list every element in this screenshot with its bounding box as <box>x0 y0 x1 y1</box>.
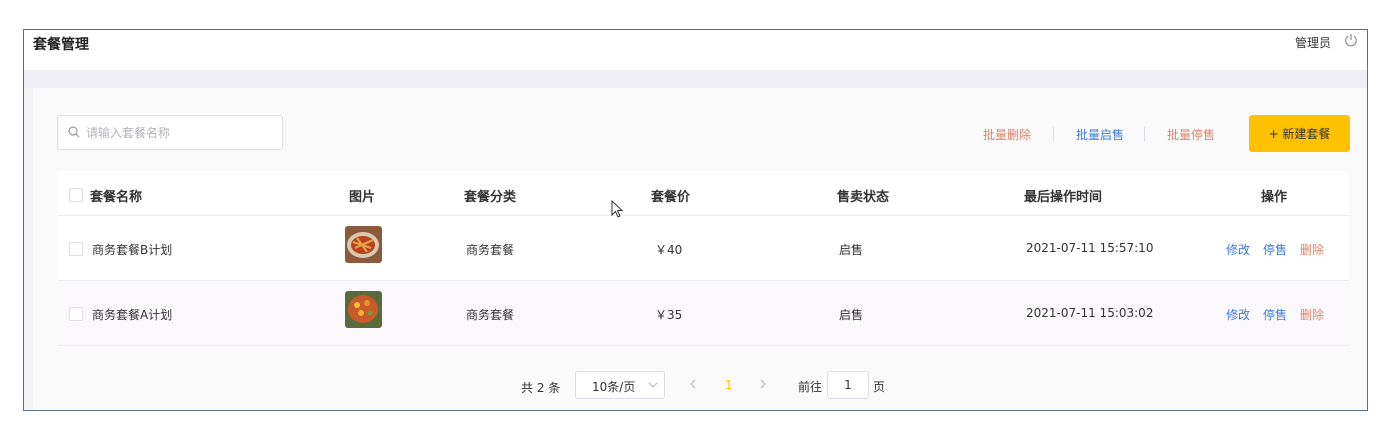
column-header: 售卖状态 <box>837 190 890 205</box>
page-size-value: 10条/页 <box>592 380 636 394</box>
table-header: 套餐名称 图片 套餐分类 套餐价 售卖状态 最后操作时间 操作 <box>58 171 1349 216</box>
chevron-down-icon <box>648 382 658 388</box>
app-frame: 套餐管理 管理员 批量删除 批量启售 批量停售 + 新建套餐 套餐名称 图片 套 <box>23 29 1368 411</box>
page-unit-label: 页 <box>873 380 886 394</box>
page-size-select[interactable]: 10条/页 <box>575 371 665 399</box>
goto-label: 前往 <box>798 380 823 394</box>
search-icon <box>68 126 80 138</box>
stop-sale-button[interactable]: 停售 <box>1263 241 1287 258</box>
table-row: 商务套餐A计划 商务套餐 ￥35 启售 2021-07-11 15:03:02 … <box>58 281 1349 346</box>
row-checkbox[interactable] <box>69 242 83 256</box>
pagination: 共 2 条 10条/页 1 前往 页 <box>33 371 1367 401</box>
select-all-checkbox[interactable] <box>69 188 83 202</box>
edit-button[interactable]: 修改 <box>1226 306 1250 323</box>
combo-name: 商务套餐A计划 <box>92 308 173 322</box>
batch-disable-button[interactable]: 批量停售 <box>1167 126 1215 143</box>
content-card: 批量删除 批量启售 批量停售 + 新建套餐 套餐名称 图片 套餐分类 套餐价 售… <box>33 88 1367 410</box>
total-count: 共 2 条 <box>521 381 561 395</box>
last-modified-time: 2021-07-11 15:03:02 <box>1026 306 1154 320</box>
column-header: 套餐价 <box>651 190 691 205</box>
column-header: 套餐名称 <box>90 190 143 205</box>
combo-category: 商务套餐 <box>466 308 515 322</box>
prev-page-icon[interactable] <box>688 377 698 391</box>
user-name[interactable]: 管理员 <box>1295 34 1331 51</box>
stop-sale-button[interactable]: 停售 <box>1263 306 1287 323</box>
combo-image <box>345 291 382 328</box>
page-title: 套餐管理 <box>33 37 89 53</box>
combo-name: 商务套餐B计划 <box>92 243 173 257</box>
combo-table: 套餐名称 图片 套餐分类 套餐价 售卖状态 最后操作时间 操作 商务套餐B计划 <box>58 171 1349 346</box>
delete-button[interactable]: 删除 <box>1300 241 1324 258</box>
table-row: 商务套餐B计划 商务套餐 ￥40 启售 2021-07-11 15:57:10 … <box>58 216 1349 281</box>
batch-enable-button[interactable]: 批量启售 <box>1076 126 1124 143</box>
top-bar: 套餐管理 管理员 <box>24 30 1367 70</box>
divider <box>1053 126 1054 141</box>
sale-status: 启售 <box>839 243 864 257</box>
delete-button[interactable]: 删除 <box>1300 306 1324 323</box>
sale-status: 启售 <box>839 308 864 322</box>
column-header: 图片 <box>349 190 376 205</box>
divider <box>1144 126 1145 141</box>
batch-delete-button[interactable]: 批量删除 <box>983 126 1031 143</box>
column-header: 最后操作时间 <box>1024 190 1103 205</box>
edit-button[interactable]: 修改 <box>1226 241 1250 258</box>
header-band <box>24 70 1367 88</box>
power-icon[interactable] <box>1344 33 1358 47</box>
row-checkbox[interactable] <box>69 307 83 321</box>
combo-image <box>345 226 382 263</box>
combo-category: 商务套餐 <box>466 243 515 257</box>
next-page-icon[interactable] <box>758 377 768 391</box>
column-header: 操作 <box>1261 190 1288 205</box>
mouse-cursor-icon <box>611 200 624 218</box>
combo-price: ￥35 <box>655 308 683 322</box>
search-box[interactable] <box>57 115 283 150</box>
goto-page-input[interactable] <box>827 371 869 399</box>
search-input[interactable] <box>84 122 278 144</box>
last-modified-time: 2021-07-11 15:57:10 <box>1026 241 1154 255</box>
current-page[interactable]: 1 <box>725 378 733 392</box>
new-combo-button[interactable]: + 新建套餐 <box>1249 115 1350 152</box>
combo-price: ￥40 <box>655 243 683 257</box>
column-header: 套餐分类 <box>464 190 517 205</box>
